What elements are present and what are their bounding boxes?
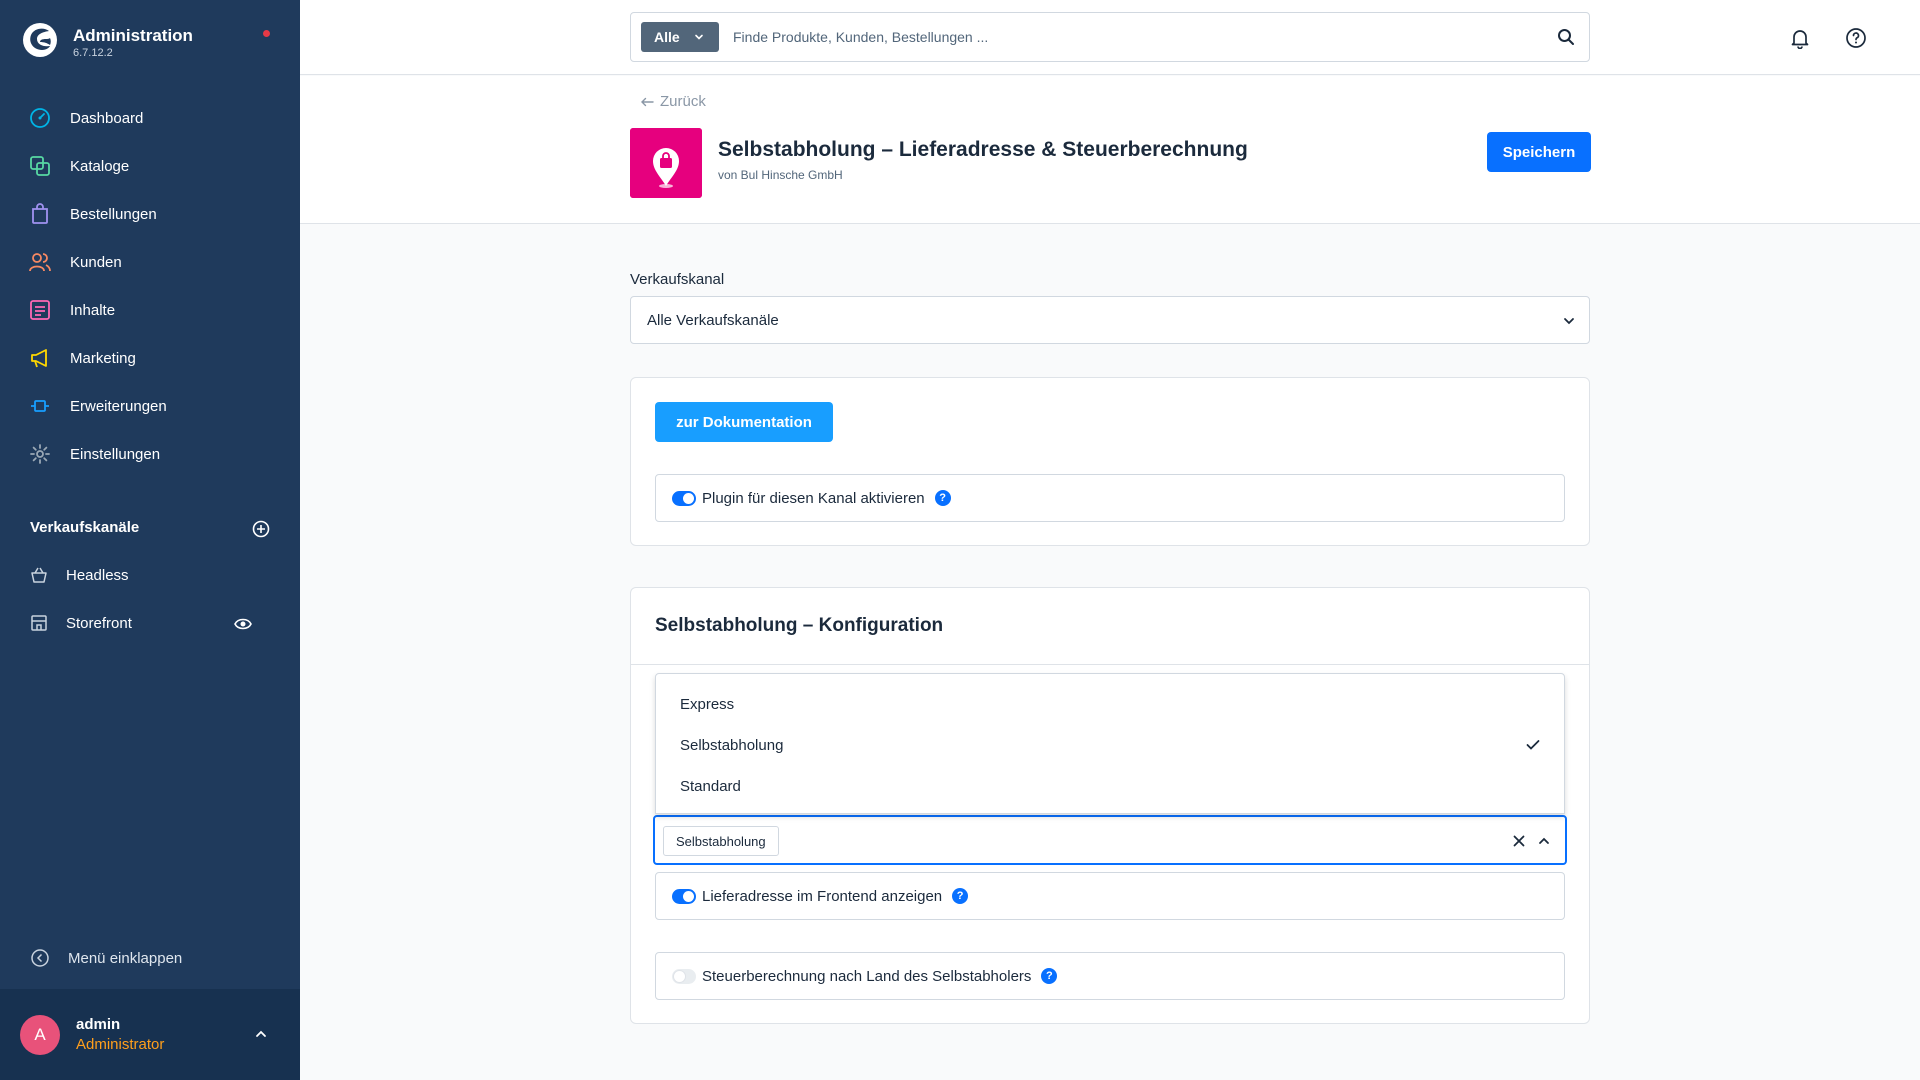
sidebar-item-extensions[interactable]: Erweiterungen xyxy=(0,382,300,430)
sidebar-item-label: Bestellungen xyxy=(70,205,157,223)
documentation-button[interactable]: zur Dokumentation xyxy=(655,402,833,442)
catalog-icon xyxy=(30,156,50,176)
help-tooltip-icon[interactable]: ? xyxy=(952,888,969,904)
option-label: Express xyxy=(680,695,735,713)
activate-plugin-toggle[interactable] xyxy=(672,490,696,506)
sidebar-header: Administration 6.7.12.2 xyxy=(22,22,278,64)
back-link[interactable]: Zurück xyxy=(640,93,706,110)
page-title: Selbstabholung – Lieferadresse & Steuerb… xyxy=(718,138,1248,161)
help-tooltip-icon[interactable]: ? xyxy=(1041,968,1058,984)
sidebar-item-dashboard[interactable]: Dashboard xyxy=(0,94,300,142)
avatar: A xyxy=(20,1015,60,1055)
card-divider xyxy=(631,664,1589,665)
page-header: Zurück Selbstabholung – Lieferadresse & … xyxy=(300,76,1920,224)
storefront-icon xyxy=(31,615,47,631)
sidebar-item-label: Marketing xyxy=(70,349,136,367)
sales-channel-label: Storefront xyxy=(66,614,132,632)
show-delivery-address-label: Lieferadresse im Frontend anzeigen xyxy=(702,887,943,905)
help-icon[interactable] xyxy=(1845,27,1867,49)
config-card-title: Selbstabholung – Konfiguration xyxy=(655,615,944,636)
search-type-select[interactable]: Alle xyxy=(641,22,719,52)
global-search: Alle xyxy=(630,12,1590,62)
dropdown-option-express[interactable]: Express xyxy=(656,684,1564,724)
save-button[interactable]: Speichern xyxy=(1487,132,1591,172)
option-label: Standard xyxy=(680,777,741,795)
sidebar-item-orders[interactable]: Bestellungen xyxy=(0,190,300,238)
app-version: 6.7.12.2 xyxy=(73,47,113,59)
plugin-vendor: von Bul Hinsche GmbH xyxy=(718,168,843,182)
help-tooltip-icon[interactable]: ? xyxy=(934,490,951,506)
sales-channel-select-value: Alle Verkaufskanäle xyxy=(647,312,779,329)
sidebar: Administration 6.7.12.2 Dashboard Katalo… xyxy=(0,0,300,1080)
sidebar-item-catalogs[interactable]: Kataloge xyxy=(0,142,300,190)
chevron-up-icon[interactable] xyxy=(254,1027,268,1041)
tax-calculation-toggle[interactable] xyxy=(672,968,696,984)
sidebar-item-settings[interactable]: Einstellungen xyxy=(0,430,300,478)
sales-channel-headless[interactable]: Headless xyxy=(0,551,300,599)
sales-channels-label: Verkaufskanäle xyxy=(30,519,140,536)
show-delivery-address-field: Lieferadresse im Frontend anzeigen ? xyxy=(655,872,1565,920)
sales-channel-select[interactable]: Alle Verkaufskanäle xyxy=(630,296,1590,344)
dashboard-icon xyxy=(30,108,50,128)
sidebar-item-label: Inhalte xyxy=(70,301,116,319)
chevron-down-icon xyxy=(694,34,703,40)
sidebar-item-label: Dashboard xyxy=(70,109,144,127)
activate-plugin-field: Plugin für diesen Kanal aktivieren ? xyxy=(655,474,1565,522)
dropdown-option-selbstabholung[interactable]: Selbstabholung xyxy=(656,725,1564,765)
app-title: Administration xyxy=(73,26,193,45)
show-delivery-address-toggle[interactable] xyxy=(672,888,696,904)
extensions-icon xyxy=(31,400,49,412)
main-nav: Dashboard Kataloge Bestellungen Kunden I… xyxy=(0,94,300,478)
sales-channel-field-label: Verkaufskanal xyxy=(630,271,725,288)
clear-icon[interactable] xyxy=(1513,835,1525,847)
shopware-logo-icon[interactable] xyxy=(22,22,58,58)
content-icon xyxy=(30,300,50,320)
sidebar-item-label: Erweiterungen xyxy=(70,397,167,415)
dropdown-option-standard[interactable]: Standard xyxy=(656,766,1564,806)
user-name: admin xyxy=(76,1016,121,1033)
search-icon[interactable] xyxy=(1557,28,1575,46)
status-dot xyxy=(263,30,270,37)
settings-icon xyxy=(30,444,50,464)
sidebar-item-content[interactable]: Inhalte xyxy=(0,286,300,334)
option-label: Selbstabholung xyxy=(680,736,784,754)
tax-calculation-label: Steuerberechnung nach Land des Selbstabh… xyxy=(702,967,1032,985)
customers-icon xyxy=(29,253,51,272)
basket-icon xyxy=(31,567,47,583)
chevron-up-icon[interactable] xyxy=(1538,836,1550,846)
search-input[interactable] xyxy=(733,25,1513,49)
checkmark-icon xyxy=(1526,740,1540,750)
sales-channel-list: Headless Storefront xyxy=(0,551,300,647)
bell-icon[interactable] xyxy=(1789,27,1811,49)
chevron-down-icon xyxy=(1564,318,1574,325)
chevron-left-circle-icon xyxy=(31,949,49,967)
sidebar-item-label: Kunden xyxy=(70,253,122,271)
search-type-label: Alle xyxy=(654,29,680,45)
eye-icon[interactable] xyxy=(234,615,252,633)
add-sales-channel-icon[interactable] xyxy=(252,520,270,538)
user-menu[interactable]: A admin Administrator xyxy=(0,989,300,1080)
collapse-menu-label: Menü einklappen xyxy=(68,949,183,967)
general-settings-card: zur Dokumentation Plugin für diesen Kana… xyxy=(630,377,1590,546)
plugin-pickup-icon xyxy=(630,128,702,198)
top-bar: Alle xyxy=(300,0,1920,75)
back-label: Zurück xyxy=(660,93,706,110)
sidebar-item-marketing[interactable]: Marketing xyxy=(0,334,300,382)
selected-chip[interactable]: Selbstabholung xyxy=(663,826,779,856)
user-role: Administrator xyxy=(76,1036,165,1053)
marketing-icon xyxy=(31,349,47,368)
sidebar-item-label: Einstellungen xyxy=(70,445,161,463)
activate-plugin-label: Plugin für diesen Kanal aktivieren xyxy=(702,489,925,507)
shipping-method-multiselect[interactable]: Selbstabholung xyxy=(653,815,1567,865)
tax-calculation-field: Steuerberechnung nach Land des Selbstabh… xyxy=(655,952,1565,1000)
orders-icon xyxy=(32,203,48,224)
sales-channel-storefront[interactable]: Storefront xyxy=(0,599,300,647)
collapse-menu-button[interactable]: Menü einklappen xyxy=(30,946,182,970)
arrow-left-icon xyxy=(641,97,654,106)
sidebar-item-label: Kataloge xyxy=(70,157,130,175)
sidebar-item-customers[interactable]: Kunden xyxy=(0,238,300,286)
sales-channel-label: Headless xyxy=(66,566,129,584)
shipping-method-dropdown: Express Selbstabholung Standard xyxy=(655,673,1565,814)
sales-channels-heading: Verkaufskanäle xyxy=(30,519,270,541)
